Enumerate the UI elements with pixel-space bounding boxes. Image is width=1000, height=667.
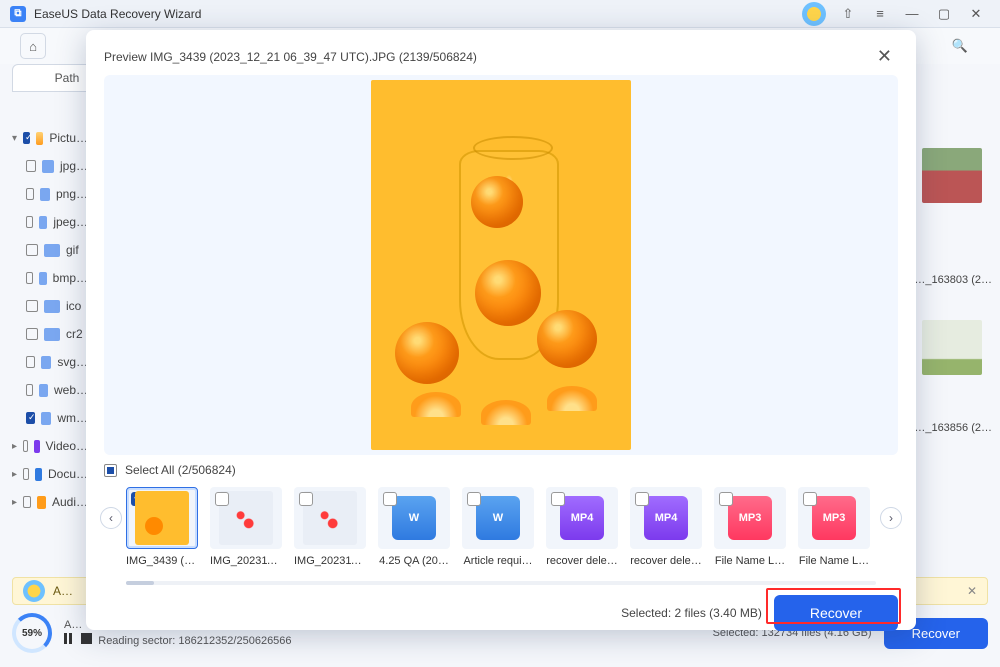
thumb-checkbox[interactable] — [803, 492, 817, 506]
thumb-label: recover dele… — [546, 555, 618, 567]
thumb-image[interactable] — [210, 487, 282, 549]
thumb-6[interactable]: MP4 recover dele… — [630, 487, 702, 567]
selected-count: Selected: 2 files (3.40 MB) — [621, 606, 762, 620]
mp3-icon: MP3 — [728, 496, 772, 540]
thumb-image[interactable]: MP3 — [714, 487, 786, 549]
modal-footer: Selected: 2 files (3.40 MB) Recover — [104, 585, 898, 631]
doc-blue-icon: W — [392, 496, 436, 540]
thumb-0[interactable]: IMG_3439 (2… — [126, 487, 198, 567]
select-all-label: Select All (2/506824) — [125, 463, 236, 477]
select-all-checkbox[interactable] — [104, 464, 117, 477]
modal-title: Preview IMG_3439 (2023_12_21 06_39_47 UT… — [104, 50, 871, 64]
select-all-row[interactable]: Select All (2/506824) — [104, 463, 898, 477]
thumb-image[interactable] — [126, 487, 198, 549]
thumb-label: IMG_202311… — [294, 555, 366, 567]
thumb-label: IMG_202311… — [210, 555, 282, 567]
thumbs-scrollbar[interactable] — [126, 581, 876, 585]
thumb-7[interactable]: MP3 File Name L… — [714, 487, 786, 567]
thumb-5[interactable]: MP4 recover dele… — [546, 487, 618, 567]
thumb-3[interactable]: W 4.25 QA (20… — [378, 487, 450, 567]
mp4-icon: MP4 — [560, 496, 604, 540]
thumb-label: recover dele… — [630, 555, 702, 567]
thumb-image[interactable]: MP3 — [798, 487, 870, 549]
thumb-image[interactable]: W — [462, 487, 534, 549]
thumb-image[interactable]: W — [378, 487, 450, 549]
thumbs-container: IMG_3439 (2… IMG_202311… IMG_202311… W 4… — [104, 483, 898, 571]
thumb-label: Article requi… — [462, 555, 534, 567]
preview-image — [371, 80, 631, 450]
thumb-image[interactable] — [294, 487, 366, 549]
thumb-label: IMG_3439 (2… — [126, 555, 198, 567]
thumb-checkbox[interactable] — [215, 492, 229, 506]
recover-button[interactable]: Recover — [774, 595, 898, 631]
thumb-checkbox[interactable] — [551, 492, 565, 506]
thumb-8[interactable]: MP3 File Name L… — [798, 487, 870, 567]
thumb-checkbox[interactable] — [719, 492, 733, 506]
preview-modal: Preview IMG_3439 (2023_12_21 06_39_47 UT… — [86, 30, 916, 630]
thumb-checkbox[interactable] — [299, 492, 313, 506]
thumbnail-row: ‹ IMG_3439 (2… IMG_202311… IMG_202311… W — [104, 483, 898, 585]
thumb-checkbox[interactable] — [383, 492, 397, 506]
thumb-checkbox[interactable] — [467, 492, 481, 506]
thumb-image[interactable]: MP4 — [546, 487, 618, 549]
modal-backdrop: Preview IMG_3439 (2023_12_21 06_39_47 UT… — [0, 0, 1000, 667]
thumb-2[interactable]: IMG_202311… — [294, 487, 366, 567]
modal-close-icon[interactable]: ✕ — [871, 44, 898, 69]
modal-header: Preview IMG_3439 (2023_12_21 06_39_47 UT… — [104, 44, 898, 69]
thumb-image[interactable]: MP4 — [630, 487, 702, 549]
thumb-4[interactable]: W Article requi… — [462, 487, 534, 567]
thumbs-prev[interactable]: ‹ — [100, 507, 122, 529]
doc-blue-icon: W — [476, 496, 520, 540]
thumbs-next[interactable]: › — [880, 507, 902, 529]
mp4-icon: MP4 — [644, 496, 688, 540]
thumb-label: 4.25 QA (20… — [378, 555, 450, 567]
thumb-1[interactable]: IMG_202311… — [210, 487, 282, 567]
thumb-label: File Name L… — [714, 555, 786, 567]
preview-pane — [104, 75, 898, 455]
thumb-label: File Name L… — [798, 555, 870, 567]
thumb-checkbox[interactable] — [635, 492, 649, 506]
mp3-icon: MP3 — [812, 496, 856, 540]
